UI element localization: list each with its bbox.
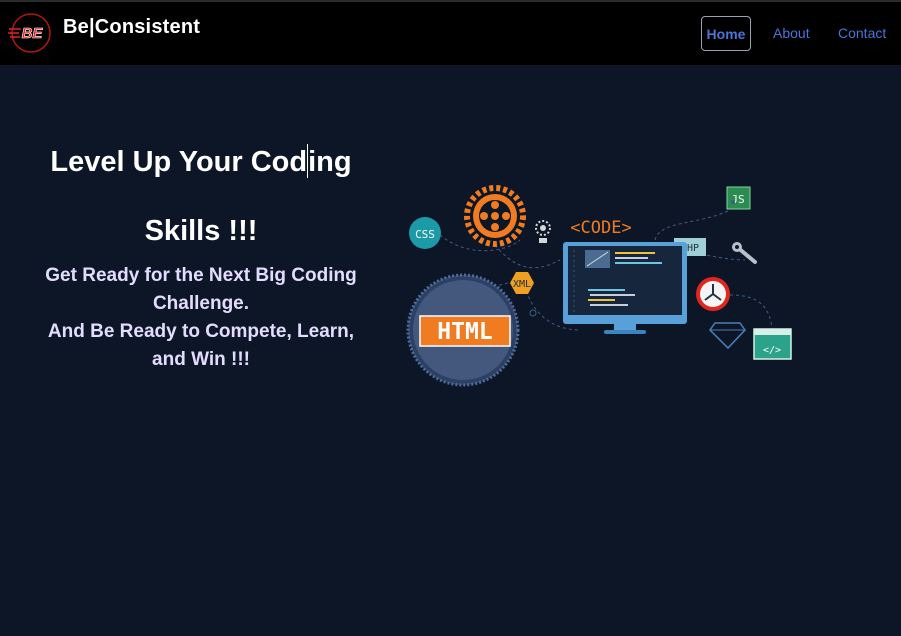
css-badge: CSS [409,217,441,249]
brand-name[interactable]: Be|Consistent [63,16,200,39]
hero-title-line1-a: Level Up Your Cod [50,146,308,178]
hero-subtitle-line2: Challenge. [152,293,250,314]
nav-contact-link[interactable]: Contact [838,24,886,42]
js-label: JS [731,193,744,206]
xml-label: XML [513,279,531,290]
hero-subtitle-line3: And Be Ready to Compete, Learn, [47,321,355,342]
logo-text: BE [22,25,44,42]
js-badge: JS [726,186,751,210]
diamond-icon [709,322,746,350]
xml-badge: XML [510,272,534,294]
hero-title-line1-b: ing [308,146,352,178]
hero-subtitle: Get Ready for the Next Big Coding Challe… [20,262,382,374]
hero-title: Level Up Your Coding Skills !!! [20,128,382,266]
clock-icon [696,277,730,311]
hero-subtitle-line4: and Win !!! [152,349,250,370]
nav-about-link[interactable]: About [773,24,810,42]
html-badge: HTML [406,273,520,387]
brand-logo[interactable]: BE [7,12,53,54]
gear-icon [464,185,526,247]
code-label: <CODE> [570,218,631,238]
html-label: HTML [437,319,492,345]
monitor-icon [563,242,687,334]
top-navbar: BE Be|Consistent Home About Contact [0,0,901,65]
hero-title-line2: Skills !!! [144,215,258,247]
tag-label: </> [763,345,781,356]
hero-subtitle-line1: Get Ready for the Next Big Coding [45,265,357,286]
nav-home-link[interactable]: Home [701,16,751,51]
wrench-icon [732,242,757,264]
coding-illustration: CSS <CODE> JS PHP XML HTML </> [406,185,792,387]
settings-icon [535,220,551,243]
code-window-icon: </> [753,328,792,360]
css-label: CSS [415,228,435,241]
